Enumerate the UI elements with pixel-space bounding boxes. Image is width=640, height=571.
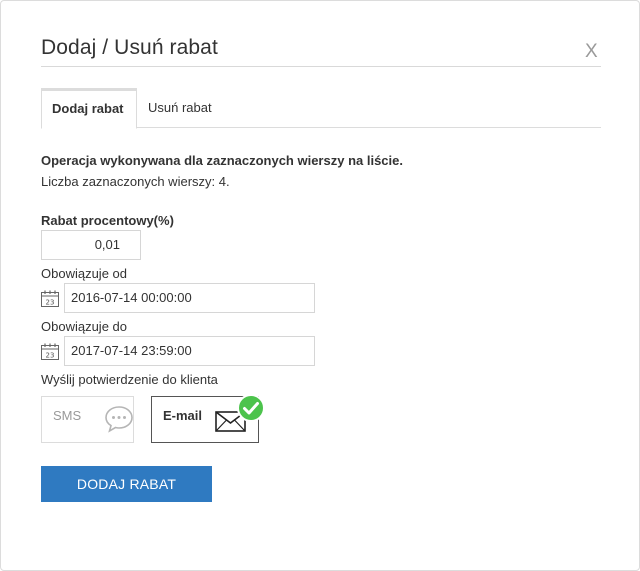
add-discount-button[interactable]: DODAJ RABAT <box>41 466 212 502</box>
operation-note: Operacja wykonywana dla zaznaczonych wie… <box>41 153 403 168</box>
tab-remove-discount[interactable]: Usuń rabat <box>138 88 222 128</box>
sms-option[interactable]: SMS <box>41 396 134 443</box>
calendar-icon[interactable]: 23 <box>41 290 59 307</box>
close-button[interactable]: X <box>585 41 603 63</box>
svg-text:23: 23 <box>46 352 55 360</box>
valid-to-input[interactable]: 2017-07-14 23:59:00 <box>64 336 315 366</box>
email-label: E-mail <box>163 408 203 423</box>
valid-to-label: Obowiązuje do <box>41 319 127 334</box>
speech-bubble-icon <box>105 406 133 433</box>
valid-from-row: 23 2016-07-14 00:00:00 <box>41 283 315 313</box>
valid-to-row: 23 2017-07-14 23:59:00 <box>41 336 315 366</box>
tab-add-discount[interactable]: Dodaj rabat <box>41 88 137 129</box>
valid-from-input[interactable]: 2016-07-14 00:00:00 <box>64 283 315 313</box>
sms-label: SMS <box>53 408 82 423</box>
selected-count: Liczba zaznaczonych wierszy: 4. <box>41 174 230 189</box>
dialog-title: Dodaj / Usuń rabat <box>41 36 218 59</box>
tab-bar: Dodaj rabat Usuń rabat <box>41 88 601 129</box>
calendar-icon[interactable]: 23 <box>41 343 59 360</box>
discount-percent-input[interactable]: 0,01 <box>41 230 141 260</box>
confirm-label: Wyślij potwierdzenie do klienta <box>41 372 218 387</box>
discount-dialog: Dodaj / Usuń rabat X Dodaj rabat Usuń ra… <box>0 0 640 571</box>
selected-check-icon <box>237 394 265 422</box>
title-divider <box>41 66 601 67</box>
valid-from-label: Obowiązuje od <box>41 266 127 281</box>
discount-label: Rabat procentowy(%) <box>41 213 174 228</box>
svg-text:23: 23 <box>46 299 55 307</box>
